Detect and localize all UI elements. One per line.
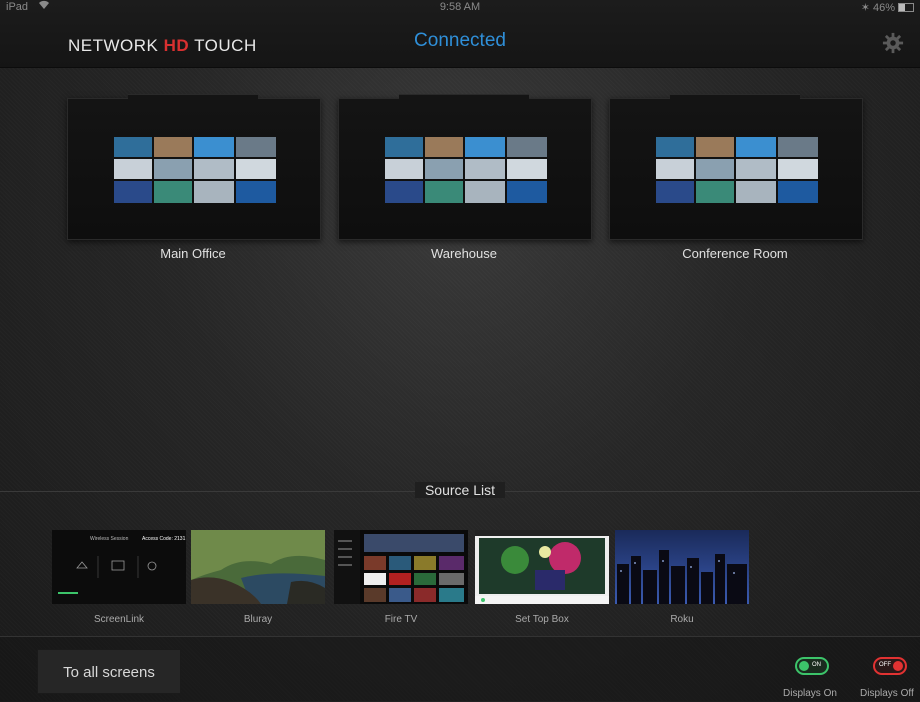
zone-label: Warehouse: [431, 246, 497, 261]
toggle-knob: [893, 661, 903, 671]
to-all-screens-button[interactable]: To all screens: [37, 649, 181, 694]
zone-frame: [338, 94, 592, 240]
source-set-top-box[interactable]: Set Top Box: [475, 530, 609, 625]
source-thumbnail: [615, 530, 749, 604]
source-name: Roku: [670, 614, 694, 625]
source-thumbnail: [334, 530, 468, 604]
source-name: Fire TV: [384, 614, 418, 625]
zone-label: Main Office: [160, 246, 226, 261]
battery-indicator: ✶ 46%: [861, 1, 914, 14]
source-fire-tv[interactable]: Fire TV: [334, 530, 468, 625]
source-screenlink[interactable]: Wireless Session Access Code: 2131 Scree…: [52, 530, 186, 625]
video-wall-icon: [656, 137, 818, 203]
zone-warehouse[interactable]: Warehouse: [338, 94, 592, 261]
source-thumbnail: [475, 530, 609, 604]
toggle-knob: [799, 661, 809, 671]
zone-conference-room[interactable]: Conference Room: [609, 94, 863, 261]
zone-frame: [67, 94, 321, 240]
toggle-text: OFF: [879, 662, 891, 668]
app-header: iPad 9:58 AM ✶ 46% NETWORK HD TOUCH Conn…: [0, 0, 920, 68]
source-bluray[interactable]: Bluray: [191, 530, 325, 625]
status-time: 9:58 AM: [439, 1, 481, 13]
status-bar: iPad 9:58 AM ✶ 46%: [0, 0, 920, 14]
displays-on-label: Displays On: [783, 688, 837, 699]
source-name: Set Top Box: [515, 614, 569, 625]
video-wall-icon: [114, 137, 276, 203]
battery-icon: [898, 3, 914, 12]
bottom-bar: To all screens ON Displays On OFF Displa…: [0, 636, 920, 702]
source-roku[interactable]: Roku: [615, 530, 749, 625]
zone-frame-tab: [670, 94, 800, 101]
source-thumbnail: Wireless Session Access Code: 2131: [52, 530, 186, 604]
displays-on-toggle[interactable]: ON: [795, 657, 829, 675]
source-thumbnail: [191, 530, 325, 604]
source-list-header: Source List: [0, 482, 920, 500]
displays-off-label: Displays Off: [860, 688, 914, 699]
source-list-title: Source List: [414, 482, 506, 498]
video-wall-icon: [385, 137, 547, 203]
zone-frame-tab: [399, 94, 529, 101]
zone-label: Conference Room: [682, 246, 788, 261]
connection-status: Connected: [414, 30, 506, 51]
zone-frame-tab: [128, 94, 258, 101]
battery-percent: 46%: [872, 1, 895, 14]
zone-frame: [609, 94, 863, 240]
source-name: Bluray: [243, 614, 273, 625]
toggle-text: ON: [812, 662, 821, 668]
bluetooth-icon: ✶: [860, 2, 870, 14]
source-name: ScreenLink: [93, 614, 145, 625]
displays-off-toggle[interactable]: OFF: [873, 657, 907, 675]
settings-gear-icon[interactable]: [882, 32, 904, 54]
zone-main-office[interactable]: Main Office: [67, 94, 321, 261]
